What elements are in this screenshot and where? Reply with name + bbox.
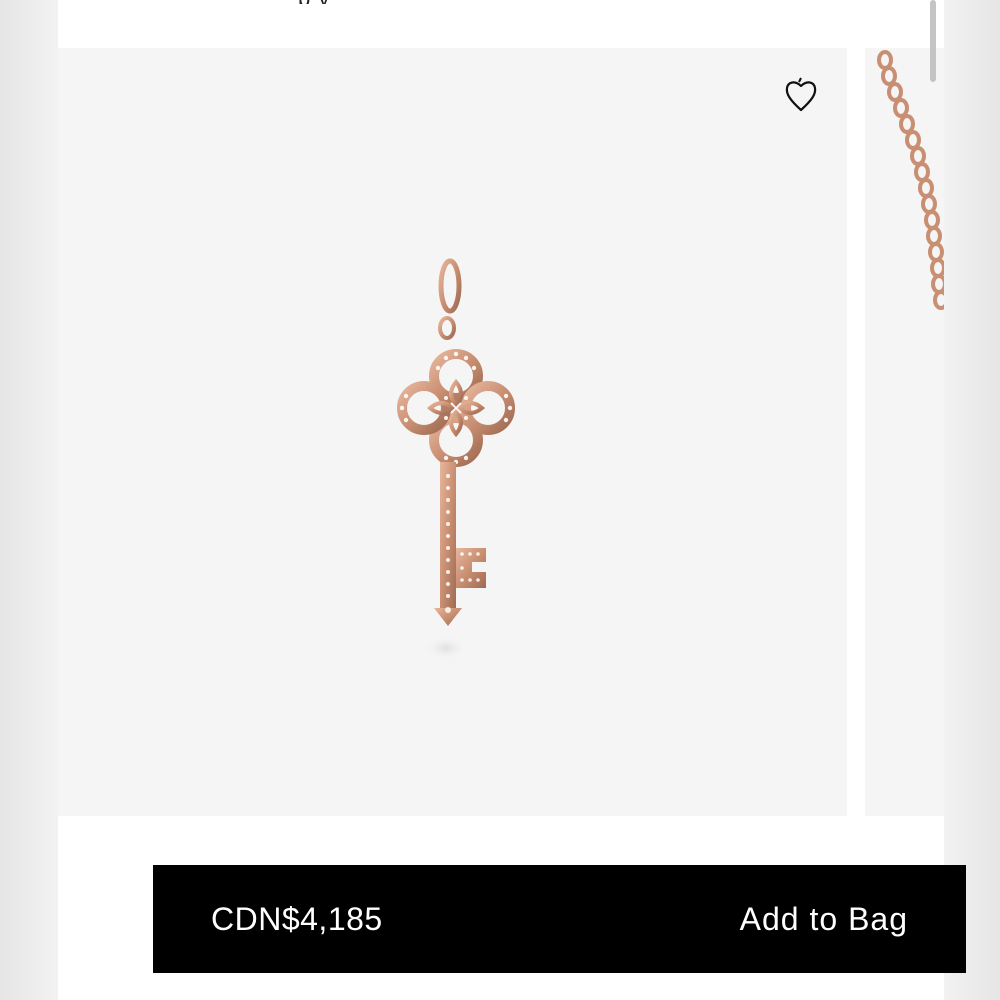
- chain-image: [877, 50, 944, 310]
- page-gutter-right: [944, 0, 1000, 1000]
- product-title-partial: p y: [298, 0, 330, 4]
- add-to-bag-label: Add to Bag: [739, 900, 908, 937]
- product-card: p y: [58, 0, 966, 1000]
- product-image-carousel[interactable]: [58, 48, 944, 816]
- product-price: CDN$4,185: [211, 900, 383, 937]
- carousel-slide-next[interactable]: [865, 48, 944, 816]
- carousel-slide-main[interactable]: [58, 48, 847, 816]
- heart-icon: [785, 77, 817, 112]
- page-gutter-left: [0, 0, 58, 1000]
- add-to-bag-button[interactable]: CDN$4,185 Add to Bag: [153, 865, 966, 973]
- key-pendant-image: [397, 258, 515, 660]
- wishlist-button[interactable]: [782, 72, 820, 116]
- scrollbar-thumb[interactable]: [930, 0, 936, 82]
